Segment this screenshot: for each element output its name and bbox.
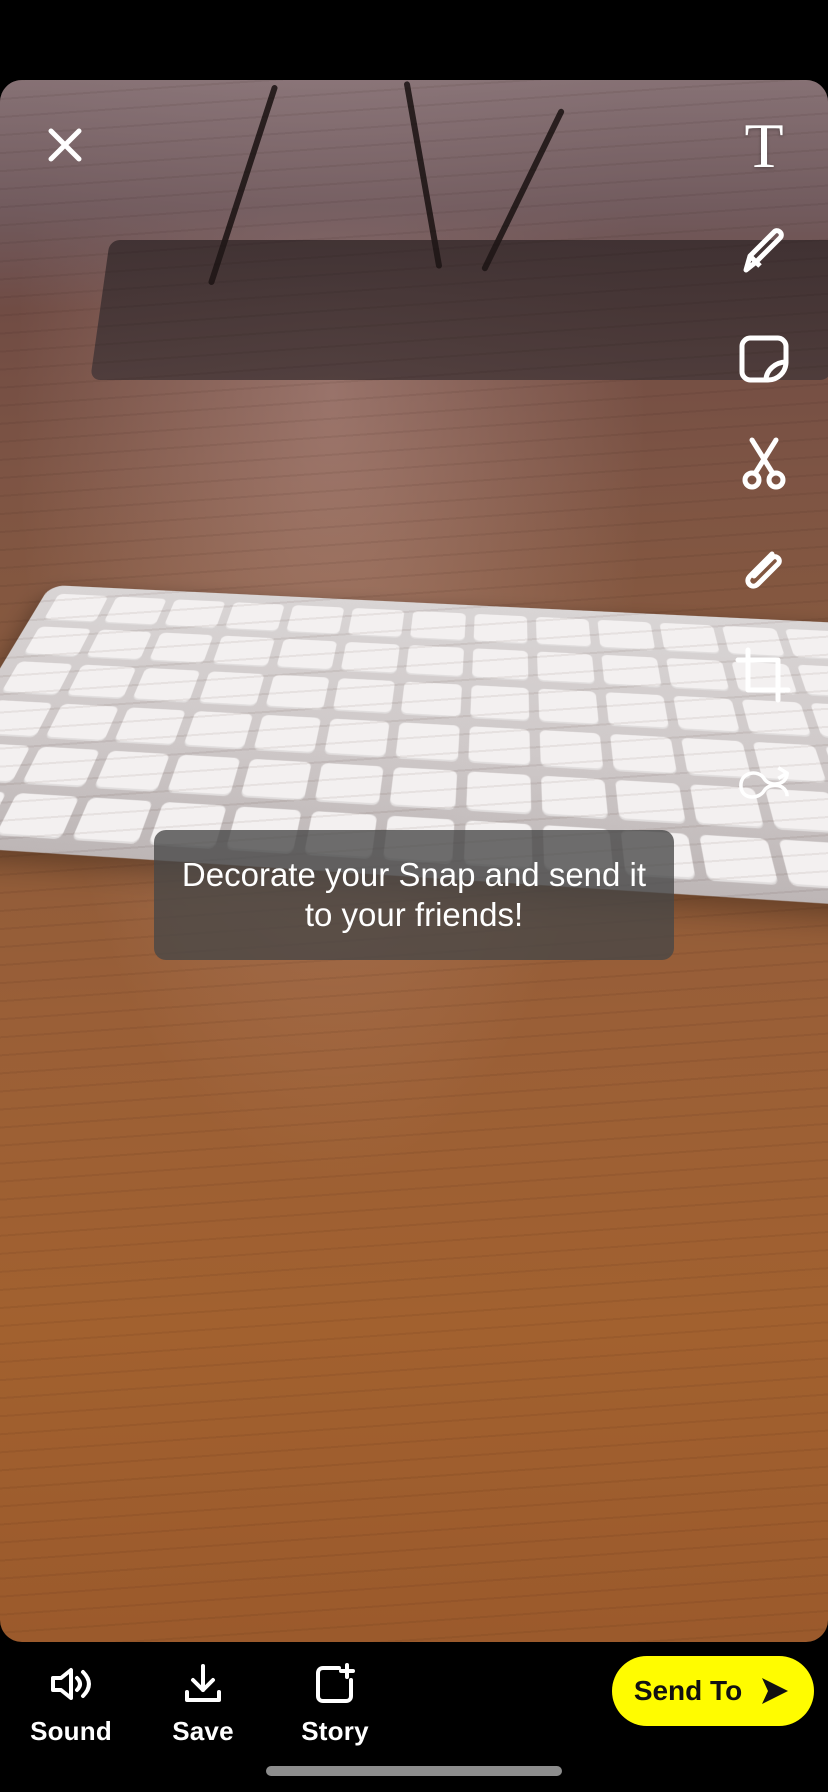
story-add-icon — [316, 1663, 355, 1703]
sticker-tool-button[interactable] — [732, 322, 796, 394]
save-label: Save — [172, 1716, 234, 1746]
send-to-button[interactable]: Send To — [612, 1656, 814, 1726]
sound-label: Sound — [30, 1716, 112, 1746]
tooltip-text: Decorate your Snap and send it to your f… — [181, 856, 647, 933]
story-button[interactable]: Story — [280, 1662, 390, 1762]
scissors-tool-button[interactable] — [732, 428, 796, 500]
edit-toolbar: T — [724, 110, 804, 818]
send-arrow-icon — [762, 1678, 789, 1704]
close-button[interactable] — [40, 120, 90, 170]
pencil-icon — [743, 228, 784, 273]
paperclip-icon — [745, 551, 782, 589]
download-icon — [185, 1664, 221, 1702]
close-icon — [48, 128, 82, 162]
home-indicator — [266, 1766, 562, 1776]
crop-tool-button[interactable] — [732, 640, 796, 712]
pencil-tool-button[interactable] — [732, 216, 796, 288]
loop-icon — [739, 766, 789, 799]
bottom-bar: Sound Save Story Send To — [0, 1642, 828, 1792]
loop-tool-button[interactable] — [732, 746, 796, 818]
paperclip-tool-button[interactable] — [732, 534, 796, 606]
sound-button[interactable]: Sound — [16, 1662, 126, 1762]
sound-icon — [51, 1668, 91, 1700]
decorate-tooltip: Decorate your Snap and send it to your f… — [154, 830, 674, 960]
text-tool-icon: T — [744, 110, 784, 181]
text-tool-button[interactable]: T — [732, 110, 796, 182]
crop-icon — [735, 647, 791, 703]
story-label: Story — [301, 1716, 369, 1746]
scissors-icon — [742, 437, 786, 490]
send-to-label: Send To — [633, 1675, 743, 1706]
sticker-icon — [739, 335, 789, 383]
save-button[interactable]: Save — [148, 1662, 258, 1762]
